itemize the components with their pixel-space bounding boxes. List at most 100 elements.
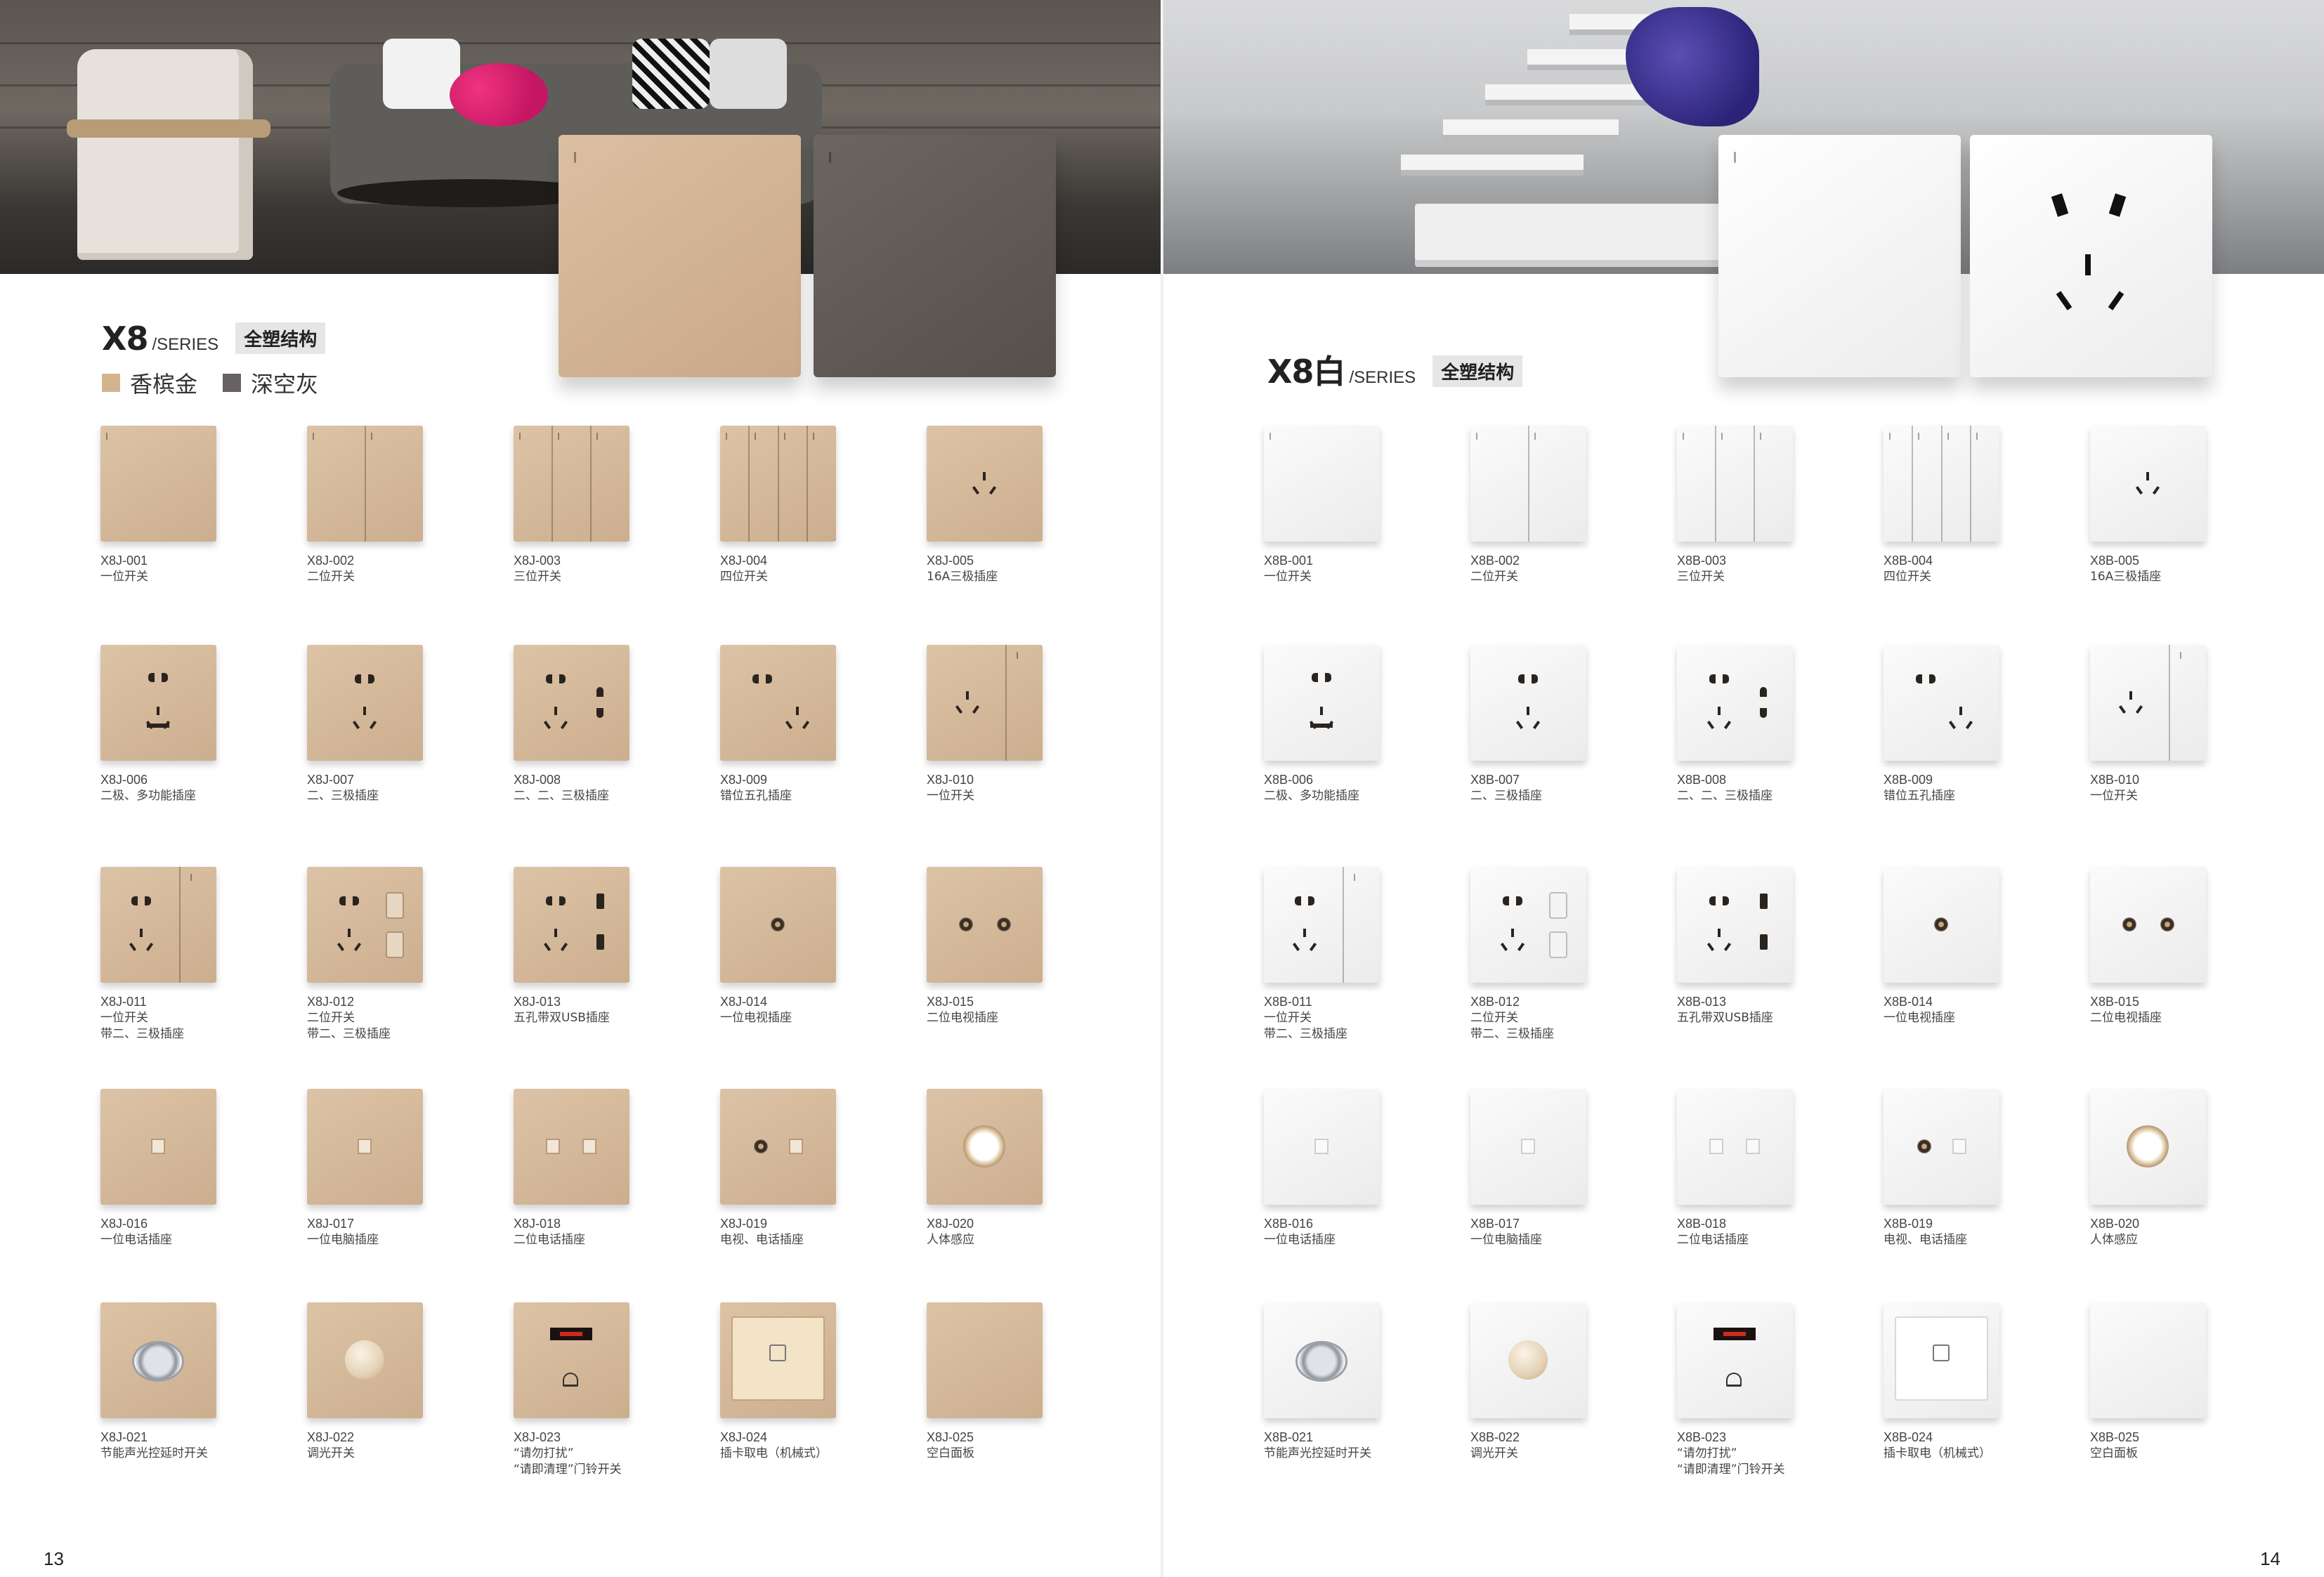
gang-divider: [1005, 645, 1007, 761]
product-panel-image: [1264, 426, 1380, 542]
indicator-led: [784, 433, 785, 440]
socket-pin: [1515, 720, 1524, 730]
product-panel-image: [514, 426, 629, 542]
product-code: X8J-023: [514, 1430, 561, 1444]
product-panel-image: [720, 1089, 836, 1205]
socket-pin: [988, 485, 997, 495]
pillow-image: [383, 39, 460, 109]
rocker-switch-icon: [386, 892, 404, 919]
catalog-page-right: X8白 /SERIES 全塑结构 X8B-001 一位开关 X8B-002 二位开关 X…: [1162, 0, 2324, 1577]
product-item: X8B-025 空白面板: [2090, 1302, 2231, 1462]
motion-sensor-icon: [963, 1125, 1005, 1167]
product-item: X8J-010 一位开关: [927, 645, 1067, 804]
color-chip: [102, 374, 120, 392]
product-panel-image: [1470, 645, 1586, 761]
socket-pin: [1516, 896, 1522, 905]
socket-pin: [162, 673, 168, 682]
product-item: X8B-020 人体感应: [2090, 1089, 2231, 1248]
product-item: X8B-004 四位开关: [1884, 426, 2024, 585]
catalog-page-left: X8 /SERIES 全塑结构 香槟金 深空灰 X8J-001 一位开关 X8J-0…: [0, 0, 1162, 1577]
page-number: 13: [44, 1548, 64, 1569]
socket-pin: [1308, 896, 1314, 905]
sound-sensor-icon: [1298, 1343, 1345, 1380]
tv-port-icon: [1917, 1139, 1931, 1153]
socket-pin: [1320, 707, 1323, 715]
color-swatch-grey: 深空灰: [223, 367, 318, 399]
stair-step: [1485, 84, 1654, 100]
product-description: 三位开关: [1677, 570, 1725, 584]
product-panel-image: [100, 867, 216, 983]
gang-divider: [365, 426, 366, 542]
socket-pin: [560, 720, 568, 730]
socket-pin: [1518, 674, 1525, 683]
product-panel-image: [2090, 426, 2206, 542]
product-description: 四位开关: [1884, 570, 1931, 584]
product-code: X8J-013: [514, 995, 561, 1009]
product-code: X8J-011: [100, 995, 147, 1009]
socket-pin: [983, 472, 986, 480]
socket-pin: [1760, 687, 1767, 697]
stair-step: [1401, 155, 1584, 170]
data-port-icon: [358, 1139, 372, 1154]
stair-step: [1443, 119, 1619, 135]
socket-pin: [1503, 896, 1509, 905]
product-code: X8B-013: [1677, 995, 1727, 1009]
product-panel-image: [927, 867, 1043, 983]
socket-pin: [2118, 705, 2127, 714]
usb-port-icon: [596, 894, 604, 909]
product-code: X8B-019: [1884, 1217, 1933, 1231]
socket-pin: [1723, 674, 1729, 683]
rocker-switch-icon: [1549, 892, 1567, 919]
product-description: “请勿打扰” “请即清理”门铃开关: [1677, 1446, 1785, 1477]
product-code: X8J-002: [307, 554, 355, 568]
product-panel-image: [1264, 645, 1380, 761]
socket-pin: [2085, 254, 2091, 275]
socket-pin: [2146, 472, 2149, 480]
product-code: X8B-023: [1677, 1430, 1727, 1444]
product-panel-image: [307, 867, 423, 983]
socket-pin: [2056, 291, 2072, 310]
product-panel-image: [720, 645, 836, 761]
indicator-led: [1760, 433, 1761, 440]
product-description: 插卡取电（机械式）: [720, 1446, 828, 1460]
tv-port-icon: [754, 1139, 768, 1153]
socket-pin: [2135, 485, 2143, 495]
usb-port-icon: [596, 934, 604, 950]
product-item: X8J-023 “请勿打扰” “请即清理”门铃开关: [514, 1302, 654, 1478]
socket-pin: [559, 896, 566, 905]
product-item: X8B-023 “请勿打扰” “请即清理”门铃开关: [1677, 1302, 1817, 1478]
socket-pin: [1303, 929, 1306, 937]
product-panel-image: [100, 1089, 216, 1205]
product-code: X8J-007: [307, 773, 355, 787]
product-item: X8B-019 电视、电话插座: [1884, 1089, 2024, 1248]
product-panel-image: [927, 1089, 1043, 1205]
product-description: 二极、多功能插座: [100, 789, 196, 803]
socket-pin: [1292, 942, 1300, 952]
indicator-led: [1017, 652, 1018, 659]
product-panel-image: [2090, 1089, 2206, 1205]
product-code: X8J-016: [100, 1217, 148, 1231]
product-panel-image: [1264, 1089, 1380, 1205]
product-panel-image: [307, 1302, 423, 1418]
product-item: X8J-024 插卡取电（机械式）: [720, 1302, 861, 1462]
socket-pin: [369, 720, 377, 730]
socket-pin: [1706, 942, 1715, 952]
indicator-led: [596, 433, 598, 440]
wall-plank-line: [0, 42, 1162, 44]
series-heading: X8白 /SERIES 全塑结构: [1267, 346, 1523, 393]
structure-tag: 全塑结构: [235, 322, 326, 354]
product-code: X8B-024: [1884, 1430, 1933, 1444]
product-description: 一位电话插座: [1264, 1233, 1336, 1247]
product-description: 节能声光控延时开关: [100, 1446, 208, 1460]
product-description: 一位开关: [1264, 570, 1312, 584]
color-chip: [223, 374, 242, 392]
socket-pin: [2108, 193, 2127, 217]
series-name: X8: [102, 320, 148, 358]
product-description: 二、二、三极插座: [514, 789, 609, 803]
indicator-led: [1918, 433, 1919, 440]
gang-divider: [1970, 426, 1971, 542]
product-description: 三位开关: [514, 570, 561, 584]
product-panel-image: [720, 1302, 836, 1418]
product-item: X8B-006 二极、多功能插座: [1264, 645, 1404, 804]
socket-pin: [352, 720, 360, 730]
